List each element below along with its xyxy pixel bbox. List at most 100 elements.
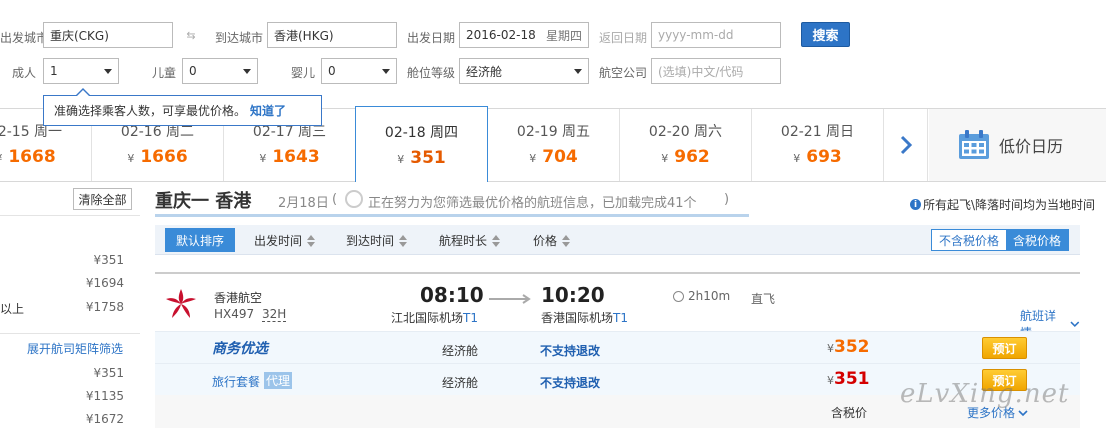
route-date: 2月18日	[278, 196, 329, 211]
flight-no: HX497	[214, 307, 255, 321]
tooltip-text: 准确选择乘客人数，可享最优价格。	[54, 104, 247, 118]
airline-name: 香港航空	[214, 291, 263, 305]
return-date-input[interactable]: yyyy-mm-dd	[651, 22, 781, 48]
arrive-time: 10:20	[541, 283, 605, 307]
sort-arrows-icon	[562, 234, 571, 247]
filter-price[interactable]: ¥1135	[86, 389, 124, 403]
sort-default-tab[interactable]: 默认排序	[165, 228, 235, 252]
currency-symbol: ¥	[259, 152, 267, 165]
arrive-airport-name: 香港国际机场	[541, 311, 614, 325]
divider	[0, 215, 140, 216]
fare-product-link[interactable]: 旅行套餐	[212, 373, 260, 390]
sort-label: 航程时长	[439, 234, 488, 248]
date-cell-active[interactable]: 02-18 周四 ¥351	[355, 106, 488, 182]
adult-value: 1	[50, 64, 58, 78]
loading-spinner-icon	[345, 190, 363, 208]
swap-icon[interactable]: ⇆	[178, 27, 204, 43]
child-value: 0	[189, 64, 197, 78]
fare-refund-policy[interactable]: 不支持退改	[540, 374, 600, 391]
date-cell-date: 02-20 周六	[648, 124, 723, 140]
filter-price[interactable]: ¥1672	[86, 412, 124, 426]
currency-symbol: ¥	[827, 374, 834, 387]
currency-symbol: ¥	[397, 153, 405, 166]
search-button[interactable]: 搜索	[801, 22, 850, 47]
depart-date-input[interactable]: 2016-02-18 星期四	[459, 22, 589, 48]
filter-price[interactable]: ¥351	[93, 366, 124, 380]
filter-price[interactable]: ¥1694	[86, 276, 124, 290]
airline-input[interactable]: (选填)中文/代码	[651, 58, 781, 84]
depart-airport-name: 江北国际机场	[391, 311, 464, 325]
divider	[0, 333, 140, 334]
sort-depart-time[interactable]: 出发时间	[254, 227, 316, 254]
direct-flight: 直飞	[751, 292, 776, 306]
aircraft-type[interactable]: 32H	[261, 307, 287, 322]
sort-duration[interactable]: 航程时长	[439, 227, 501, 254]
tax-excl-option[interactable]: 不含税价格	[932, 230, 1007, 250]
filter-price[interactable]: ¥1758	[86, 300, 124, 314]
depart-date-weekday: 星期四	[545, 28, 582, 43]
depart-terminal: T1	[463, 311, 478, 325]
sort-arrows-icon	[492, 234, 501, 247]
date-cell-price: 962	[674, 147, 710, 167]
airline-label: 航空公司	[599, 66, 648, 80]
date-cell-date: 02-18 周四	[384, 125, 459, 141]
sort-arrows-icon	[399, 234, 408, 247]
loading-progress-fill	[155, 214, 749, 217]
date-cell-price: 704	[542, 147, 578, 167]
currency-symbol: ¥	[127, 152, 135, 165]
date-cell[interactable]: 02-21 周日 ¥693	[752, 109, 884, 181]
watermark: eLvXing.net	[900, 379, 1070, 409]
passenger-tooltip: 准确选择乘客人数，可享最优价格。 知道了	[43, 95, 322, 126]
tax-incl-label: 含税价	[831, 406, 868, 420]
local-time-text: 所有起飞\降落时间均为当地时间	[923, 198, 1096, 212]
tooltip-ok-link[interactable]: 知道了	[250, 102, 286, 119]
filter-label: 及以上	[0, 302, 25, 316]
date-cell[interactable]: 02-19 周五 ¥704	[488, 109, 620, 181]
low-price-calendar-button[interactable]: 低价日历	[929, 109, 1106, 181]
fare-price-value: 352	[834, 337, 870, 357]
arrive-city-input[interactable]: 香港(HKG)	[267, 22, 397, 48]
child-select[interactable]: 0	[182, 58, 258, 84]
loading-close-paren: )	[724, 192, 730, 207]
date-cell-price: 351	[410, 148, 446, 168]
calendar-icon	[959, 130, 989, 159]
fare-price-value: 351	[834, 369, 870, 389]
infant-select[interactable]: 0	[321, 58, 397, 84]
sort-label: 到达时间	[346, 234, 395, 248]
date-cell-price: 1643	[272, 147, 320, 167]
arrive-terminal: T1	[613, 311, 628, 325]
clear-all-button[interactable]: 清除全部	[73, 188, 132, 210]
infant-value: 0	[328, 64, 336, 78]
cabin-value: 经济舱	[466, 64, 503, 79]
date-cell-date: 02-21 周日	[780, 124, 855, 140]
tax-incl-option[interactable]: 含税价格	[1006, 230, 1069, 250]
fare-cabin: 经济舱	[442, 344, 479, 358]
sort-price[interactable]: 价格	[533, 227, 571, 254]
cabin-select[interactable]: 经济舱	[459, 58, 589, 84]
duration-value: 2h10m	[688, 289, 731, 303]
chevron-down-icon	[574, 68, 582, 74]
sort-arrive-time[interactable]: 到达时间	[346, 227, 408, 254]
depart-time: 08:10	[420, 283, 484, 307]
filter-price[interactable]: ¥351	[93, 253, 124, 267]
airline-matrix-link[interactable]: 展开航司矩阵筛选	[27, 340, 123, 357]
chevron-down-icon	[1018, 409, 1028, 416]
infant-label: 婴儿	[291, 66, 316, 80]
chevron-down-icon	[243, 68, 251, 74]
tooltip-arrow-inner	[77, 90, 89, 96]
loading-open-paren: (	[332, 192, 338, 207]
book-button[interactable]: 预订	[982, 337, 1027, 359]
adult-label: 成人	[12, 66, 37, 80]
depart-date-label: 出发日期	[407, 31, 456, 45]
fare-refund-policy[interactable]: 不支持退改	[540, 342, 600, 359]
date-cell[interactable]: 02-20 周六 ¥962	[620, 109, 752, 181]
depart-city-input[interactable]: 重庆(CKG)	[43, 22, 173, 48]
child-label: 儿童	[152, 66, 177, 80]
fare-price: ¥352	[827, 337, 870, 357]
adult-select[interactable]: 1	[43, 58, 119, 84]
next-dates-button[interactable]	[884, 109, 928, 181]
local-time-note: i 所有起飞\降落时间均为当地时间	[910, 196, 1095, 213]
agent-badge: 代理	[264, 372, 293, 389]
airline-logo-icon	[163, 286, 199, 322]
chevron-right-icon	[900, 135, 912, 155]
